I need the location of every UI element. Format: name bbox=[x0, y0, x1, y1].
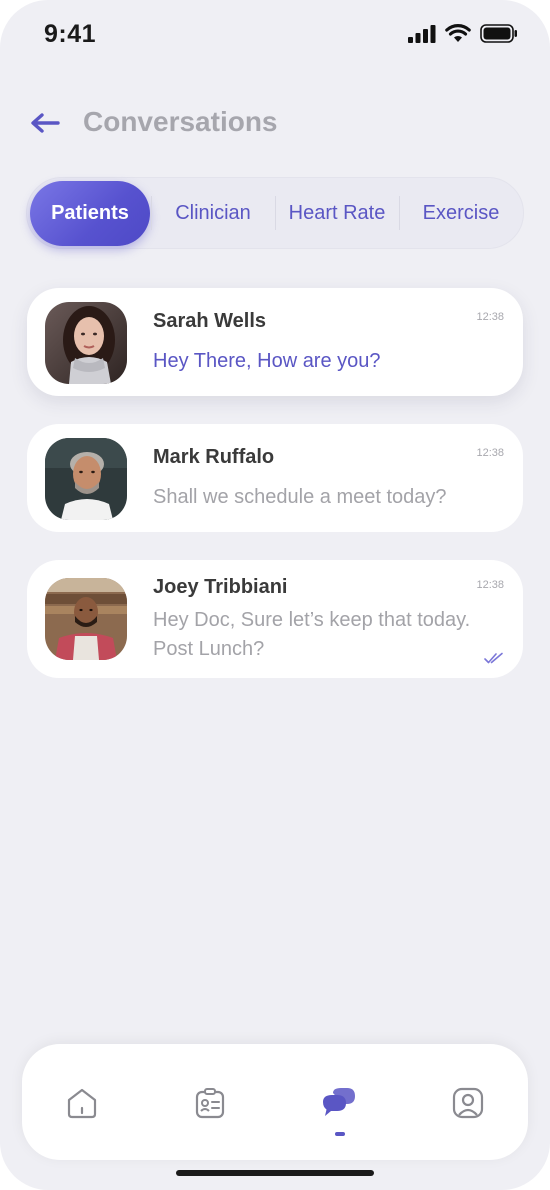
status-icons bbox=[408, 24, 518, 43]
wifi-icon bbox=[445, 24, 471, 42]
patient-card-icon bbox=[195, 1088, 225, 1119]
message-preview-line1: Hey Doc, Sure let’s keep that today. bbox=[153, 609, 471, 631]
profile-icon bbox=[452, 1087, 484, 1119]
conversation-card[interactable]: Sarah Wells Hey There, How are you? 12:3… bbox=[27, 288, 523, 396]
chat-icon bbox=[323, 1088, 355, 1116]
message-preview-line2: Post Lunch? bbox=[153, 638, 265, 660]
message-time: 12:38 bbox=[476, 447, 504, 459]
status-time: 9:41 bbox=[44, 20, 97, 48]
tab-divider bbox=[275, 196, 276, 230]
tab-divider bbox=[151, 196, 152, 230]
tab-heart-rate[interactable]: Heart Rate bbox=[277, 178, 397, 248]
contact-name: Mark Ruffalo bbox=[153, 446, 275, 468]
tab-divider bbox=[399, 196, 400, 230]
nav-patients[interactable] bbox=[191, 1084, 229, 1122]
tab-patients[interactable]: Patients bbox=[30, 181, 150, 246]
message-time: 12:38 bbox=[476, 311, 504, 323]
conversation-card[interactable]: Mark Ruffalo Shall we schedule a meet to… bbox=[27, 424, 523, 532]
avatar bbox=[45, 578, 127, 660]
arrow-left-icon bbox=[31, 113, 60, 133]
double-check-icon bbox=[484, 652, 503, 664]
bottom-nav bbox=[22, 1044, 528, 1160]
back-button[interactable] bbox=[28, 108, 62, 138]
contact-name: Sarah Wells bbox=[153, 310, 267, 332]
conversation-card[interactable]: Joey Tribbiani Hey Doc, Sure let’s keep … bbox=[27, 560, 523, 678]
active-indicator bbox=[335, 1132, 345, 1136]
avatar bbox=[45, 438, 127, 520]
message-time: 12:38 bbox=[476, 579, 504, 591]
contact-name: Joey Tribbiani bbox=[153, 576, 288, 598]
nav-home[interactable] bbox=[63, 1084, 101, 1122]
message-preview: Shall we schedule a meet today? bbox=[153, 486, 447, 508]
signal-icon bbox=[408, 24, 436, 43]
phone-screen: 9:41 Conversations Patients Clinician He… bbox=[0, 0, 550, 1190]
avatar bbox=[45, 302, 127, 384]
nav-profile[interactable] bbox=[449, 1084, 487, 1122]
message-preview: Hey There, How are you? bbox=[153, 350, 381, 372]
home-indicator bbox=[176, 1170, 374, 1176]
tab-clinician[interactable]: Clinician bbox=[155, 178, 271, 248]
tab-exercise[interactable]: Exercise bbox=[401, 178, 521, 248]
home-icon bbox=[67, 1088, 97, 1119]
battery-icon bbox=[480, 24, 517, 43]
page-title: Conversations bbox=[83, 106, 278, 137]
filter-tabs: Patients Clinician Heart Rate Exercise bbox=[26, 177, 524, 249]
nav-chat[interactable] bbox=[320, 1084, 358, 1122]
